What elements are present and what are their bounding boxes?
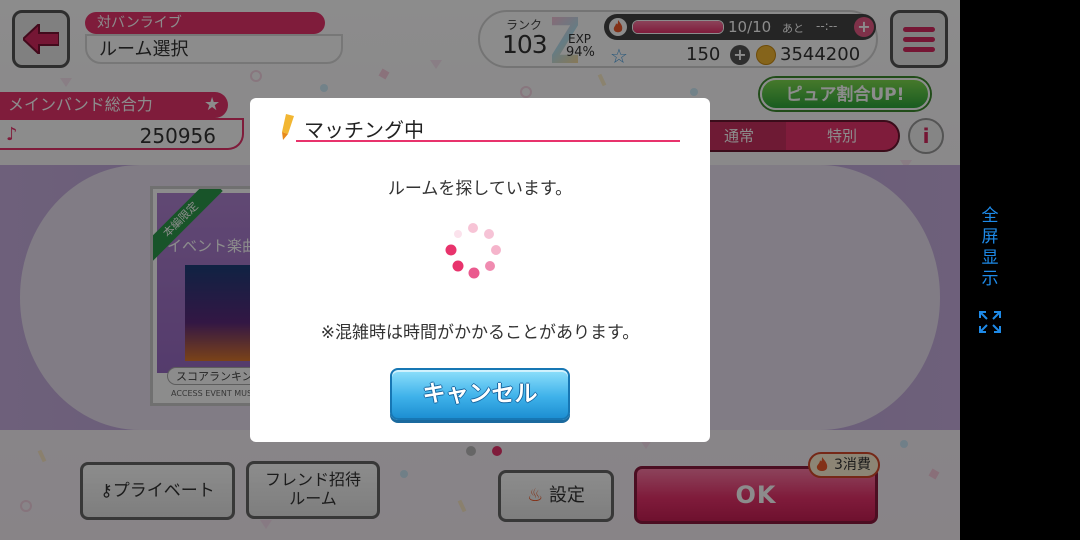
matching-dialog: マッチング中 ルームを探しています。 ※混雑時は時間がかかることがあります。 キ… [250, 98, 710, 442]
dialog-title: マッチング中 [304, 118, 424, 142]
dialog-title-divider [296, 140, 680, 142]
fullscreen-icon[interactable] [978, 310, 1002, 334]
fullscreen-label[interactable]: 全屏显示 [978, 206, 1002, 290]
dialog-note: ※混雑時は時間がかかることがあります。 [320, 323, 640, 343]
loading-spinner-icon [445, 223, 501, 279]
pen-icon [282, 114, 294, 140]
dialog-message: ルームを探しています。 [387, 179, 573, 199]
game-screen: 対バンライブ ルーム選択 ランク 103 EXP 94% 10/10 あと --… [0, 0, 960, 540]
cancel-button[interactable]: キャンセル [390, 368, 570, 420]
